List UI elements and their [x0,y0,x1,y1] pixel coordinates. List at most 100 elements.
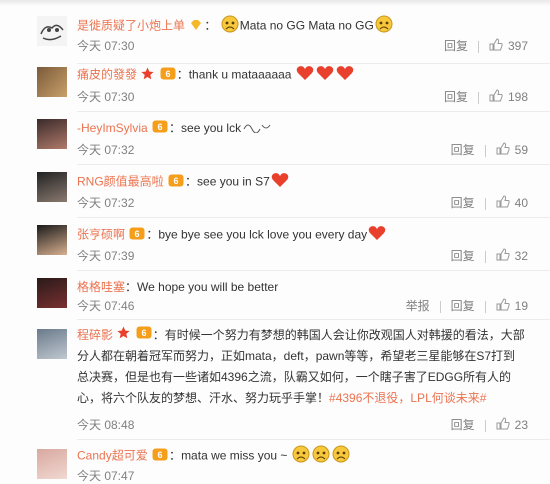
like-button[interactable]: 23 [496,417,528,434]
avatar[interactable] [37,119,67,149]
thumbs-up-icon [496,417,510,434]
timestamp: 今天 07:30 [77,39,135,53]
thumbs-up-icon [496,142,510,159]
doodle-emoji [242,119,272,138]
vip-badge-icon: 6 [152,120,168,138]
avatar[interactable] [37,67,67,97]
diamond-icon [189,18,203,36]
hashtag-link[interactable]: #4396不退役，LPL何谈未来# [329,391,486,405]
comment-actions: 回复 397 [444,38,528,54]
comment-line: 程碎影 6 ：有时候一个努力有梦想的韩国人会让你改观国人对韩援的看法，大部分人都在… [77,325,527,409]
like-button[interactable]: 59 [496,142,528,159]
avatar[interactable] [37,225,67,255]
comment-line: RNG颜值最高啦 6 ：see you in S7 [77,172,542,190]
top-edge [0,0,550,6]
reply-button[interactable]: 回复 [451,142,475,158]
vip-badge-icon: 6 [136,325,152,346]
comment-text: We hope you will be better [137,280,279,294]
sad-face-emoji [292,445,310,468]
reply-button[interactable]: 回复 [451,195,475,211]
sad-face-emoji [332,445,350,468]
username[interactable]: 是徙质疑了小炮上单 [77,19,185,33]
sad-face-emoji [375,15,393,38]
like-button[interactable]: 19 [496,298,528,315]
comment-text: thank u mataaaaaa [188,67,292,82]
like-count: 59 [514,143,528,157]
vip-badge-icon: 6 [168,174,184,192]
timestamp: 今天 08:48 [77,418,135,432]
comment-item: 格格哇塞：We hope you will be better 今天 07:46… [0,271,550,323]
like-count: 40 [514,196,528,210]
comment-item: 张亨硕啊 6 ：bye bye see you lck love you ever… [0,218,550,271]
like-button[interactable]: 397 [489,38,528,55]
reply-button[interactable]: 回复 [444,38,468,54]
username[interactable]: Candy超可爱 [77,449,148,463]
comment-actions: 回复 40 [451,195,528,211]
vip-badge-icon: 6 [160,67,176,85]
star-icon [141,67,154,85]
comment-actions: 举报 回复 19 [406,298,528,314]
comment-text: see you in S7 [197,174,270,189]
svg-text:6: 6 [135,229,140,239]
timestamp: 今天 07:39 [77,249,135,263]
svg-text:6: 6 [158,450,163,460]
comment-text: mata we miss you ~ [181,448,288,463]
timestamp: 今天 07:47 [77,469,135,483]
comment-actions: 回复 198 [444,89,528,105]
star-icon [117,325,130,346]
avatar[interactable] [37,16,67,46]
comment-line: Candy超可爱 6 ：mata we miss you ~ [77,445,542,463]
like-button[interactable]: 40 [496,195,528,212]
reply-button[interactable]: 回复 [451,417,475,433]
divider [77,439,550,440]
svg-text:6: 6 [141,328,146,338]
report-button[interactable]: 举报 [406,298,430,314]
thumbs-up-icon [489,38,503,55]
comment-line: 痛皮的發發 6 ：thank u mataaaaaa [77,65,542,83]
heart-icon [296,65,314,86]
avatar[interactable] [37,172,67,202]
reply-button[interactable]: 回复 [451,248,475,264]
timestamp: 今天 07:32 [77,143,135,157]
like-count: 397 [507,39,528,53]
timestamp: 今天 07:32 [77,196,135,210]
like-count: 32 [514,249,528,263]
thumbs-up-icon [489,89,503,106]
reply-button[interactable]: 回复 [451,298,475,314]
comment-item: RNG颜值最高啦 6 ：see you in S7 今天 07:32 回复 40 [0,165,550,218]
vip-badge-icon: 6 [129,227,145,245]
comment-actions: 回复 59 [451,142,528,158]
username[interactable]: 张亨硕啊 [77,228,125,242]
svg-text:6: 6 [158,122,163,132]
username[interactable]: 格格哇塞 [77,280,125,294]
heart-icon [368,225,386,246]
thumbs-up-icon [496,298,510,315]
avatar[interactable] [37,329,67,359]
vip-badge-icon: 6 [152,448,168,466]
timestamp: 今天 07:46 [77,299,135,313]
sad-face-emoji [221,15,239,38]
comment-line: 是徙质疑了小炮上单 ： Mata no GG Mata no GG [77,15,542,33]
avatar[interactable] [37,278,67,308]
comment-text: Mata no GG Mata no GG [239,18,374,33]
comment-text: see you lck [181,121,242,135]
sad-face-emoji [312,445,330,468]
avatar[interactable] [37,449,67,479]
username[interactable]: 痛皮的發發 [77,68,137,82]
username[interactable]: -HeyImSylvia [77,121,148,135]
thumbs-up-icon [496,248,510,265]
heart-icon [316,65,334,86]
comment-item: -HeyImSylvia 6 ：see you lck 今天 07:32 回复 59 [0,112,550,165]
heart-icon [271,172,289,193]
username[interactable]: 程碎影 [77,328,113,342]
heart-icon [336,65,354,86]
username[interactable]: RNG颜值最高啦 [77,175,164,189]
comment-line: 格格哇塞：We hope you will be better [77,280,279,294]
svg-text:6: 6 [174,176,179,186]
comment-line: -HeyImSylvia 6 ：see you lck [77,119,542,137]
comment-item: 程碎影 6 ：有时候一个努力有梦想的韩国人会让你改观国人对韩援的看法，大部分人都在… [0,321,550,440]
like-button[interactable]: 198 [489,89,528,106]
comment-actions: 回复 23 [451,417,528,433]
reply-button[interactable]: 回复 [444,89,468,105]
like-button[interactable]: 32 [496,248,528,265]
